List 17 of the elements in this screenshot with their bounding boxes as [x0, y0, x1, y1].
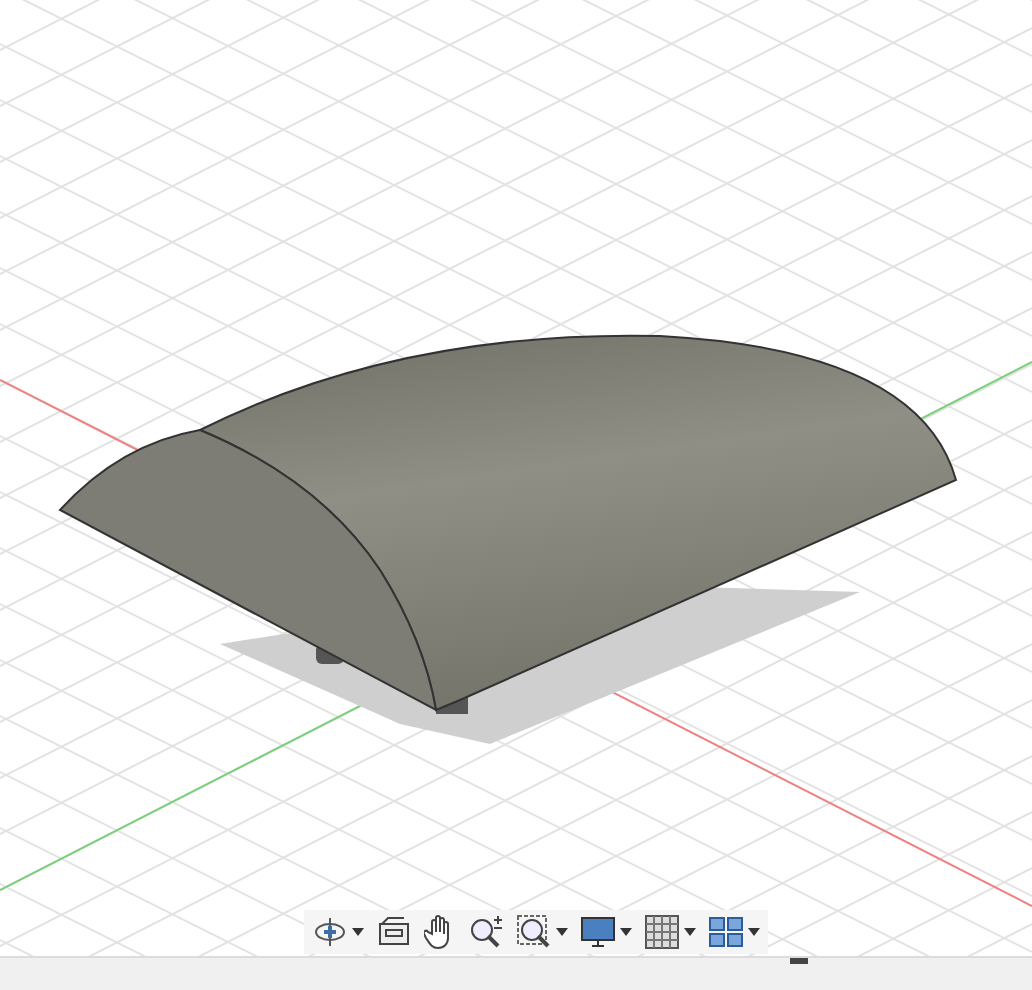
handle-icon: [790, 958, 808, 964]
toolbar-button[interactable]: [516, 912, 568, 952]
grid-icon: [644, 914, 680, 950]
caret-icon: [352, 928, 364, 936]
caret-icon: [620, 928, 632, 936]
orbit-icon: [312, 914, 348, 950]
toolbar-button[interactable]: [468, 912, 504, 952]
caret-icon: [748, 928, 760, 936]
toolbar-button[interactable]: [644, 912, 696, 952]
toolbar-button[interactable]: [312, 912, 364, 952]
display-icon: [580, 914, 616, 950]
toolbar-button[interactable]: [580, 912, 632, 952]
caret-icon: [556, 928, 568, 936]
monitor-icon: [376, 916, 412, 948]
toolbar-button[interactable]: [708, 912, 760, 952]
caret-icon: [684, 928, 696, 936]
viewports-icon: [708, 916, 744, 948]
